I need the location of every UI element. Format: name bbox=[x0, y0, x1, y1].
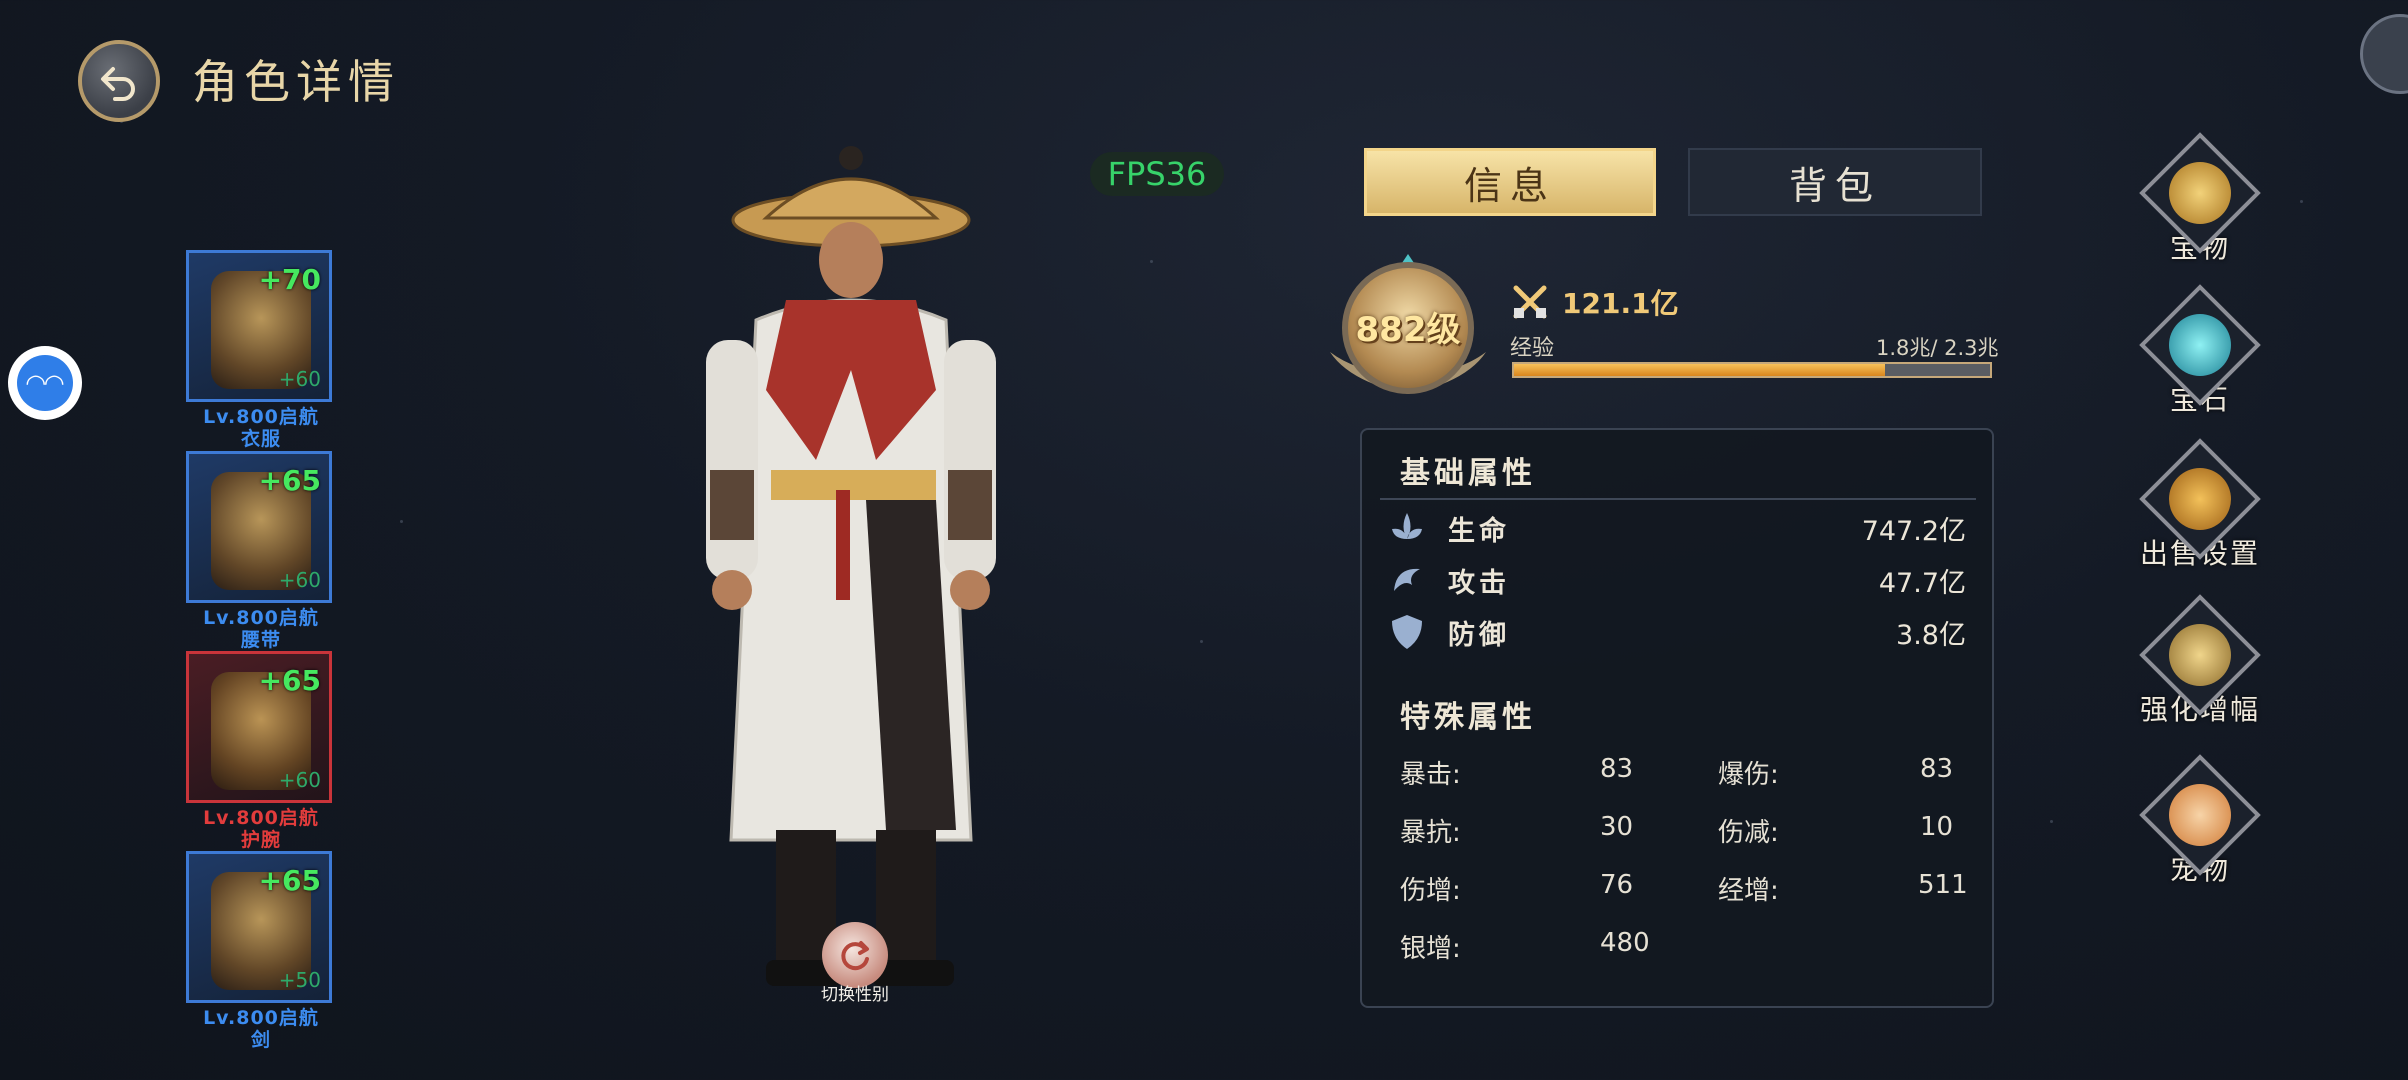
corner-close-button[interactable] bbox=[2360, 14, 2408, 94]
equip-name-line1: Lv.800启航 bbox=[203, 1007, 319, 1029]
attribute-row-defense: 防御 3.8亿 bbox=[1386, 612, 1966, 652]
special-value-crit: 83 bbox=[1600, 754, 1634, 784]
side-menu-treasure[interactable]: 宝物 bbox=[2130, 132, 2270, 266]
side-menu-enhance[interactable]: 强化增幅 bbox=[2130, 594, 2270, 728]
equip-name: Lv.800启航 剑 bbox=[186, 1007, 336, 1051]
background-star bbox=[400, 520, 403, 523]
special-label-dmg-boost: 伤增: bbox=[1400, 876, 1461, 906]
combat-power: 121.1亿 bbox=[1512, 282, 1679, 322]
special-label-silver-boost: 银增: bbox=[1400, 934, 1461, 964]
attribute-value: 3.8亿 bbox=[1896, 619, 1966, 651]
attribute-value: 47.7亿 bbox=[1878, 567, 1966, 599]
special-label-crit: 暴击: bbox=[1400, 760, 1461, 790]
exp-progress-fill bbox=[1514, 364, 1886, 376]
special-value-exp-boost: 511 bbox=[1918, 870, 1968, 900]
switch-gender-button[interactable]: 切换性别 bbox=[810, 922, 900, 1005]
equip-name-line1: Lv.800启航 bbox=[203, 607, 319, 629]
sub-level: +60 bbox=[278, 568, 321, 592]
page-title: 角色详情 bbox=[192, 55, 400, 109]
background-star bbox=[2050, 820, 2053, 823]
attribute-label: 生命 bbox=[1448, 515, 1510, 547]
enhance-level: +70 bbox=[258, 263, 321, 296]
crossed-swords-icon bbox=[1513, 285, 1547, 319]
attribute-row-attack: 攻击 47.7亿 bbox=[1386, 560, 1966, 600]
base-attributes-title: 基础属性 bbox=[1400, 456, 1536, 491]
character-model[interactable] bbox=[636, 140, 1056, 1010]
special-label-dmg-reduce: 伤减: bbox=[1718, 818, 1779, 848]
side-menu-sell-settings[interactable]: 出售设置 bbox=[2130, 438, 2270, 572]
equip-name-line1: Lv.800启航 bbox=[203, 406, 319, 428]
background-star bbox=[2300, 200, 2303, 203]
attribute-value: 747.2亿 bbox=[1861, 515, 1966, 547]
equip-name: Lv.800启航 衣服 bbox=[186, 406, 336, 450]
equip-slot-frame: +65 +60 bbox=[186, 651, 332, 803]
back-button[interactable] bbox=[78, 40, 160, 122]
equip-name-line2: 腰带 bbox=[240, 629, 281, 651]
shield-icon bbox=[1392, 615, 1422, 649]
equip-name-line2: 剑 bbox=[250, 1029, 271, 1051]
background-star bbox=[1150, 260, 1153, 263]
section-divider bbox=[1380, 498, 1976, 500]
switch-gender-label: 切换性别 bbox=[821, 985, 889, 1005]
floating-assistant-button[interactable]: ◠◠ bbox=[8, 346, 82, 420]
equip-name-line2: 衣服 bbox=[240, 428, 281, 450]
attribute-panel: 基础属性 生命 747.2亿 攻击 47.7亿 防御 3.8亿 特殊属性 暴击:… bbox=[1360, 428, 1994, 1008]
side-menu-gem[interactable]: 宝石 bbox=[2130, 284, 2270, 418]
special-label-crit-dmg: 爆伤: bbox=[1718, 760, 1779, 790]
enhance-level: +65 bbox=[258, 864, 321, 897]
special-value-dmg-boost: 76 bbox=[1600, 870, 1634, 900]
equip-slot-clothes[interactable]: +70 +60 Lv.800启航 衣服 bbox=[186, 250, 336, 450]
special-value-crit-resist: 30 bbox=[1600, 812, 1634, 842]
special-attributes-title: 特殊属性 bbox=[1400, 700, 1536, 735]
equip-slot-sword[interactable]: +65 +50 Lv.800启航 剑 bbox=[186, 851, 336, 1051]
enhance-level: +65 bbox=[258, 664, 321, 697]
equip-slot-frame: +70 +60 bbox=[186, 250, 332, 402]
exp-label: 经验 bbox=[1510, 336, 1555, 361]
combat-power-value: 121.1亿 bbox=[1562, 287, 1679, 320]
level-badge: 882级 bbox=[1320, 252, 1496, 402]
special-value-dmg-reduce: 10 bbox=[1920, 812, 1954, 842]
fps-counter: FPS36 bbox=[1090, 152, 1224, 196]
attribute-label: 防御 bbox=[1448, 619, 1510, 651]
back-arrow-icon bbox=[101, 67, 135, 101]
character-level: 882级 bbox=[1355, 310, 1461, 350]
equip-name: Lv.800启航 腰带 bbox=[186, 607, 336, 651]
equip-name-line2: 护腕 bbox=[240, 829, 281, 851]
equip-slot-frame: +65 +50 bbox=[186, 851, 332, 1003]
enhance-level: +65 bbox=[258, 464, 321, 497]
sub-level: +50 bbox=[278, 968, 321, 992]
refresh-icon bbox=[822, 922, 888, 988]
equip-name-line1: Lv.800启航 bbox=[203, 807, 319, 829]
attribute-label: 攻击 bbox=[1448, 567, 1510, 599]
side-menu-pet[interactable]: 宠物 bbox=[2130, 754, 2270, 888]
special-label-exp-boost: 经增: bbox=[1718, 876, 1779, 906]
exp-value: 1.8兆/ 2.3兆 bbox=[1876, 336, 1999, 360]
attribute-row-hp: 生命 747.2亿 bbox=[1386, 508, 1966, 548]
tab-info[interactable]: 信息 bbox=[1364, 148, 1656, 216]
assistant-face-icon: ◠◠ bbox=[17, 355, 73, 411]
equip-slot-belt[interactable]: +65 +60 Lv.800启航 腰带 bbox=[186, 451, 336, 651]
lotus-icon bbox=[1392, 513, 1422, 539]
equip-slot-frame: +65 +60 bbox=[186, 451, 332, 603]
exp-progress-bar bbox=[1512, 362, 1992, 378]
equip-name: Lv.800启航 护腕 bbox=[186, 807, 336, 851]
swirl-icon bbox=[1394, 568, 1420, 591]
equip-slot-bracer[interactable]: +65 +60 Lv.800启航 护腕 bbox=[186, 651, 336, 851]
special-value-silver-boost: 480 bbox=[1600, 928, 1650, 958]
sub-level: +60 bbox=[278, 367, 321, 391]
sub-level: +60 bbox=[278, 768, 321, 792]
special-label-crit-resist: 暴抗: bbox=[1400, 818, 1461, 848]
tab-bag[interactable]: 背包 bbox=[1688, 148, 1982, 216]
special-value-crit-dmg: 83 bbox=[1920, 754, 1954, 784]
background-star bbox=[1200, 640, 1203, 643]
